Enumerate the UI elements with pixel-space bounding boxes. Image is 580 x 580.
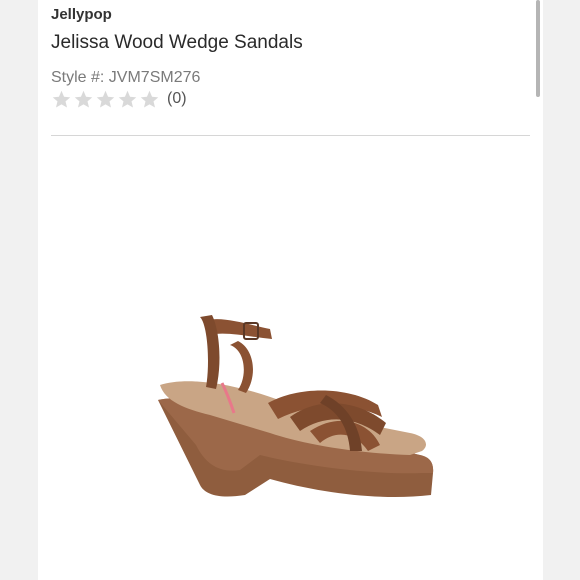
- rating-row[interactable]: (0): [51, 88, 187, 110]
- star-icon: [74, 90, 93, 108]
- scrollbar[interactable]: [536, 0, 540, 97]
- star-icon: [118, 90, 137, 108]
- star-icon: [52, 90, 71, 108]
- left-gutter: [0, 0, 38, 580]
- product-page: Jellypop Jelissa Wood Wedge Sandals Styl…: [38, 0, 543, 580]
- star-icon: [96, 90, 115, 108]
- divider: [51, 135, 530, 136]
- star-rating[interactable]: [51, 89, 161, 110]
- product-title: Jelissa Wood Wedge Sandals: [51, 32, 303, 53]
- right-gutter: [543, 0, 580, 580]
- review-count[interactable]: (0): [167, 90, 187, 108]
- brand-name[interactable]: Jellypop: [51, 6, 112, 23]
- style-number: Style #: JVM7SM276: [51, 69, 201, 86]
- star-icon: [140, 90, 159, 108]
- wedge-sandal-image: [158, 315, 434, 498]
